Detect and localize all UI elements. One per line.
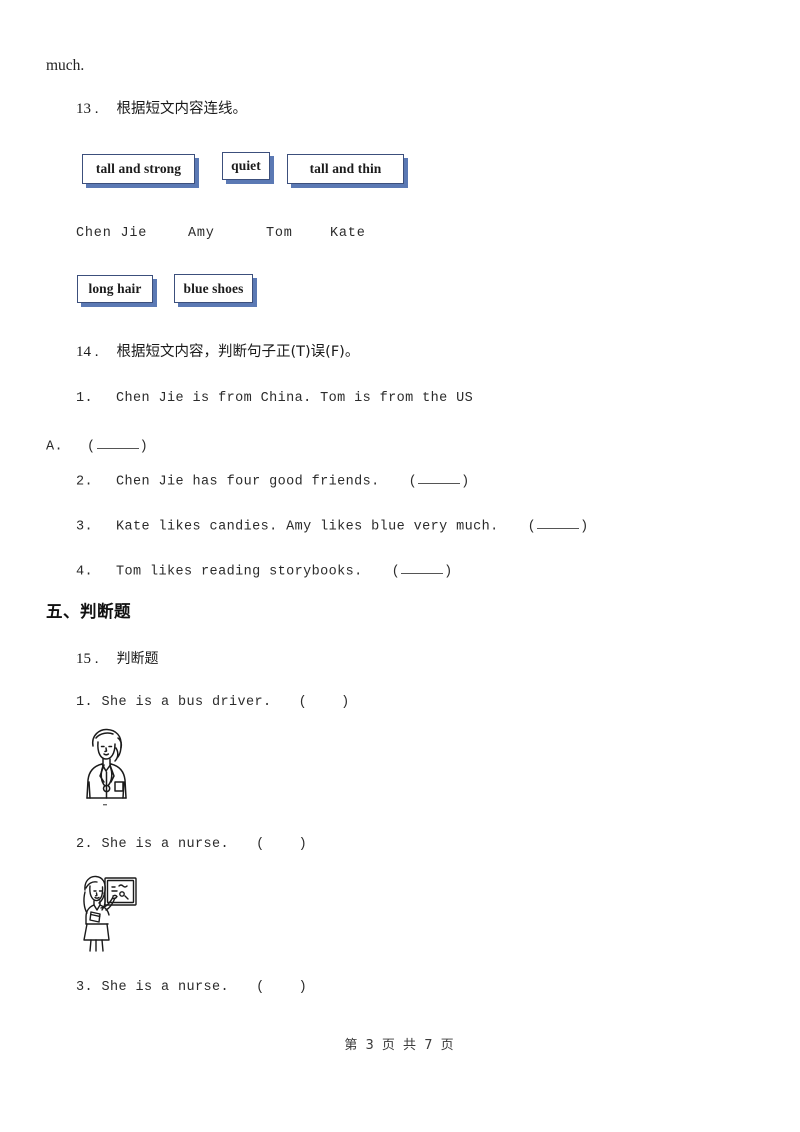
item-text: Chen Jie is from China. Tom is from the … (116, 391, 474, 406)
word-card-label: long hair (88, 281, 142, 296)
question-14-item-4: 4. Tom likes reading storybooks. () (76, 562, 453, 579)
question-14-number: 14 . (76, 344, 99, 360)
word-card-label: quiet (231, 158, 261, 173)
item-text: She is a nurse. (101, 980, 230, 995)
word-card-long-hair[interactable]: long hair (77, 275, 153, 303)
item-text: She is a nurse. (101, 837, 230, 852)
answer-blank[interactable] (537, 517, 580, 530)
question-14-label: 14 . 根据短文内容，判断句子正(T)误(F)。 (76, 344, 359, 360)
question-14-item-1: 1. Chen Jie is from China. Tom is from t… (76, 392, 473, 406)
answer-paren-open: ( (391, 564, 401, 580)
answer-paren-close: ) (298, 980, 308, 995)
answer-blank[interactable] (418, 472, 461, 485)
item-marker: 1. (76, 391, 94, 406)
word-card-label: tall and strong (95, 161, 182, 176)
question-14-prompt: 根据短文内容，判断句子正(T)误(F)。 (116, 344, 360, 360)
question-13-number: 13 . (76, 101, 99, 117)
item-marker: 3. (76, 980, 94, 995)
answer-paren-close: ) (461, 474, 470, 490)
word-card-tall-and-thin[interactable]: tall and thin (287, 154, 404, 184)
question-15-item-3: 3. She is a nurse. () (76, 981, 307, 995)
name-item-amy[interactable]: Amy (188, 226, 215, 241)
answer-paren-close: ) (580, 519, 589, 535)
continuation-text: much. (46, 57, 85, 74)
doctor-woman-illustration (80, 726, 132, 808)
name-item-chen-jie[interactable]: Chen Jie (76, 226, 147, 241)
question-15-number: 15 . (76, 651, 99, 667)
item-text: Chen Jie has four good friends. (116, 474, 380, 490)
name-item-kate[interactable]: Kate (330, 226, 366, 241)
answer-blank[interactable] (401, 562, 444, 575)
question-15-prompt: 判断题 (116, 651, 159, 667)
item-marker: A. (46, 439, 64, 455)
question-14-item-a: A. () (46, 437, 148, 454)
question-15-item-1: 1. She is a bus driver. () (76, 696, 350, 710)
item-text: Kate likes candies. Amy likes blue very … (116, 519, 499, 535)
item-marker: 1. (76, 695, 94, 710)
name-item-tom[interactable]: Tom (266, 226, 293, 241)
answer-paren-open: ( (256, 980, 265, 995)
answer-paren-open: ( (256, 837, 265, 852)
answer-paren-open: ( (298, 695, 308, 710)
word-card-tall-and-strong[interactable]: tall and strong (82, 154, 195, 184)
word-card-label: blue shoes (183, 280, 244, 296)
item-marker: 2. (76, 837, 94, 852)
word-card-blue-shoes[interactable]: blue shoes (174, 274, 253, 303)
item-marker: 3. (76, 519, 94, 535)
item-text: Tom likes reading storybooks. (116, 564, 363, 580)
answer-paren-open: ( (408, 474, 418, 490)
teacher-at-board-illustration (78, 872, 138, 954)
answer-paren-open: ( (527, 519, 537, 535)
question-13-label: 13 . 根据短文内容连线。 (76, 101, 247, 117)
worksheet-page: much. 13 . 根据短文内容连线。 tall and strong qui… (0, 0, 800, 1132)
page-footer: 第 3 页 共 7 页 (344, 1038, 456, 1053)
section-five-heading: 五、判断题 (46, 602, 131, 621)
question-14-item-3: 3. Kate likes candies. Amy likes blue ve… (76, 517, 589, 534)
answer-paren-close: ) (139, 439, 149, 455)
answer-paren-close: ) (444, 564, 453, 580)
answer-blank[interactable] (96, 437, 139, 450)
answer-paren-close: ) (341, 695, 350, 710)
question-15-label: 15 . 判断题 (76, 651, 159, 667)
word-card-quiet[interactable]: quiet (222, 152, 270, 180)
question-15-item-2: 2. She is a nurse. () (76, 838, 307, 852)
question-14-item-2: 2. Chen Jie has four good friends. () (76, 472, 470, 489)
answer-paren-open: ( (87, 439, 96, 455)
item-marker: 2. (76, 474, 94, 490)
question-13-prompt: 根据短文内容连线。 (116, 101, 248, 117)
answer-paren-close: ) (298, 837, 308, 852)
item-marker: 4. (76, 564, 94, 580)
item-text: She is a bus driver. (101, 695, 272, 710)
word-card-label: tall and thin (309, 161, 382, 176)
